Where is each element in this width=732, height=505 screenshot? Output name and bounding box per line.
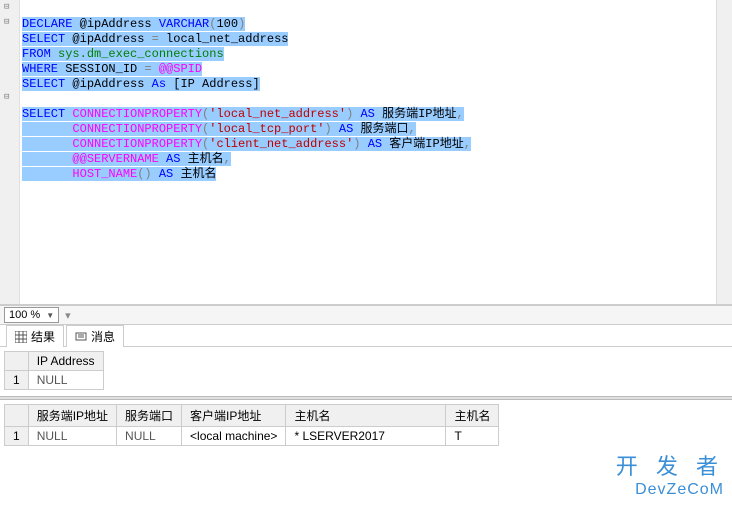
fold-icon[interactable]: ⊟ xyxy=(4,17,9,27)
row-number: 1 xyxy=(5,371,29,390)
table-row[interactable]: 1 NULL NULL <local machine> * LSERVER201… xyxy=(5,427,499,446)
watermark: 开 发 者 DevZeCoM xyxy=(616,449,724,499)
tab-messages[interactable]: 消息 xyxy=(66,325,124,347)
tab-results-label: 结果 xyxy=(31,328,55,345)
grid-icon xyxy=(15,331,27,343)
cell-value[interactable]: * LSERVER2017 xyxy=(286,427,446,446)
zoom-dropdown[interactable]: 100 % ▼ xyxy=(4,307,59,323)
fold-icon[interactable]: ⊟ xyxy=(4,2,9,12)
vertical-scrollbar[interactable] xyxy=(716,0,732,305)
column-header[interactable]: 客户端IP地址 xyxy=(182,405,286,427)
code-text[interactable]: DECLARE @ipAddress VARCHAR(100) SELECT @… xyxy=(22,2,471,197)
cell-value[interactable]: NULL xyxy=(28,371,103,390)
corner-cell xyxy=(5,405,29,427)
results-panel: IP Address 1 NULL 服务端IP地址 服务端口 客户端IP地址 主… xyxy=(0,351,732,446)
corner-cell xyxy=(5,352,29,371)
column-header[interactable]: 服务端口 xyxy=(117,405,182,427)
dash-icon: ▾ xyxy=(65,309,71,322)
zoom-bar: 100 % ▼ ▾ xyxy=(0,305,732,325)
watermark-line1: 开 发 者 xyxy=(616,449,724,481)
tab-results[interactable]: 结果 xyxy=(6,325,64,347)
results-tabs: 结果 消息 xyxy=(0,325,732,347)
chevron-down-icon: ▼ xyxy=(46,311,54,320)
fold-icon[interactable]: ⊟ xyxy=(4,92,9,102)
zoom-level-label: 100 % xyxy=(9,309,40,321)
message-icon xyxy=(75,331,87,343)
column-header[interactable]: 主机名 xyxy=(286,405,446,427)
result-grid-1[interactable]: IP Address 1 NULL xyxy=(4,351,104,390)
watermark-line2: DevZeCoM xyxy=(616,481,724,499)
cell-value[interactable]: NULL xyxy=(28,427,116,446)
editor-gutter: ⊟ ⊟ ⊟ xyxy=(0,0,20,304)
sql-editor-pane[interactable]: ⊟ ⊟ ⊟ DECLARE @ipAddress VARCHAR(100) SE… xyxy=(0,0,732,305)
column-header[interactable]: 服务端IP地址 xyxy=(28,405,116,427)
row-number: 1 xyxy=(5,427,29,446)
column-header[interactable]: 主机名 xyxy=(446,405,499,427)
table-header-row: 服务端IP地址 服务端口 客户端IP地址 主机名 主机名 xyxy=(5,405,499,427)
cell-value[interactable]: T xyxy=(446,427,499,446)
result-grid-2[interactable]: 服务端IP地址 服务端口 客户端IP地址 主机名 主机名 1 NULL NULL… xyxy=(4,404,499,446)
grid-splitter[interactable] xyxy=(0,396,732,400)
column-header[interactable]: IP Address xyxy=(28,352,103,371)
cell-value[interactable]: NULL xyxy=(117,427,182,446)
table-header-row: IP Address xyxy=(5,352,104,371)
table-row[interactable]: 1 NULL xyxy=(5,371,104,390)
tab-messages-label: 消息 xyxy=(91,328,115,345)
cell-value[interactable]: <local machine> xyxy=(182,427,286,446)
